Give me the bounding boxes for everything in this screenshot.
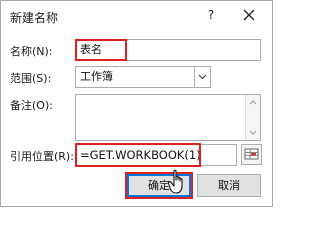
scroll-up-icon [249,100,257,105]
refers-to-label: 引用位置(R): [10,150,74,163]
close-button[interactable] [239,5,259,25]
name-label: 名称(N): [10,45,53,58]
name-highlight-box [75,39,127,61]
comment-label: 备注(O): [10,99,53,112]
help-button[interactable]: ? [201,6,221,24]
hand-pointer-icon [167,169,183,194]
range-picker-icon [244,148,259,160]
range-picker-button[interactable] [241,144,262,165]
refers-to-highlight-box [75,143,201,167]
close-icon [243,9,255,21]
new-name-dialog: 新建名称 ? 名称(N): 范围(S): 备注(O): 引用位置(R): 表名 … [0,0,273,207]
comment-textarea[interactable] [75,94,261,141]
scope-label: 范围(S): [10,72,52,85]
scroll-down-icon [249,130,257,135]
chevron-down-icon [198,74,207,80]
scope-select[interactable]: 工作簿 [75,66,211,88]
cancel-button[interactable]: 取消 [197,174,261,197]
dialog-title: 新建名称 [10,11,59,25]
scope-dropdown-button[interactable] [194,67,210,87]
comment-scrollbar[interactable] [245,95,260,140]
title-bar: 新建名称 ? [1,1,272,29]
